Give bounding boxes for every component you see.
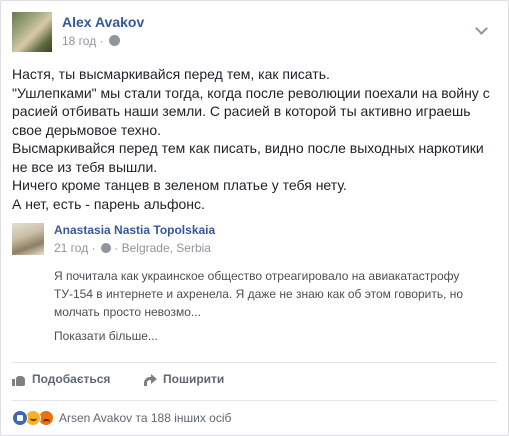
shared-timestamp[interactable]: 21 год	[54, 241, 88, 255]
post-text-line: Ничего кроме танцев в зеленом платье у т…	[12, 177, 347, 193]
like-icon	[12, 373, 26, 386]
shared-text-line: ТУ-154 в интернете и ахренела. Я даже не…	[54, 287, 464, 301]
share-button[interactable]: Поширити	[143, 372, 224, 386]
post-text-line: А нет, есть - парень альфонс.	[12, 195, 205, 212]
like-label: Подобається	[32, 372, 111, 386]
shared-author-avatar[interactable]	[12, 223, 44, 255]
divider	[12, 362, 497, 363]
divider	[12, 400, 497, 401]
shared-text-line: молчать просто невозмо...	[54, 305, 201, 319]
post-author-name[interactable]: Alex Avakov	[62, 14, 144, 30]
post-text: Настя, ты высмаркивайся перед тем, как п…	[12, 65, 497, 213]
post-header: Alex Avakov 18 год ·	[12, 12, 492, 52]
shared-post-meta: 21 год · · Belgrade, Serbia	[54, 241, 211, 255]
post-text-line: "Ушлепками" мы стали тогда, когда после …	[12, 84, 490, 101]
shared-author-name[interactable]: Anastasia Nastia Topolskaia	[54, 223, 215, 237]
globe-icon	[100, 243, 111, 253]
post-text-line: Высмаркивайся перед тем как писать, видн…	[12, 140, 484, 156]
reactions-summary[interactable]: Arsen Avakov та 188 інших осіб	[12, 409, 231, 427]
shared-text-line: Я почитала как украинское общество отреа…	[54, 269, 460, 283]
post-text-line: свое дерьмовое техно.	[12, 121, 162, 138]
see-more-link[interactable]: Показати більше...	[54, 329, 158, 343]
like-reaction-icon	[12, 410, 28, 426]
shared-post-text: Я почитала как украинское общество отреа…	[54, 267, 494, 321]
like-button[interactable]: Подобається	[12, 372, 110, 386]
shared-location[interactable]: Belgrade, Serbia	[122, 241, 211, 255]
meta-separator: ·	[114, 241, 119, 255]
author-avatar[interactable]	[12, 12, 52, 52]
post-card: Alex Avakov 18 год · Настя, ты высмаркив…	[0, 0, 509, 436]
meta-separator: ·	[99, 34, 107, 48]
globe-icon	[108, 35, 120, 46]
share-icon	[143, 373, 157, 386]
shared-post: Anastasia Nastia Topolskaia 21 год · · B…	[12, 219, 497, 352]
post-meta: 18 год ·	[62, 34, 120, 48]
share-label: Поширити	[163, 372, 225, 386]
post-text-line: Настя, ты высмаркивайся перед тем, как п…	[12, 66, 330, 82]
chevron-down-icon[interactable]	[475, 22, 488, 35]
reactions-text[interactable]: Arsen Avakov та 188 інших осіб	[59, 411, 231, 425]
post-timestamp[interactable]: 18 год	[62, 34, 96, 48]
action-bar: Подобається Поширити	[12, 372, 497, 394]
post-text-line: не все из тебя вышли.	[12, 158, 158, 175]
meta-separator: ·	[91, 241, 96, 255]
post-text-line: расией отбивать наши земли. С расией в к…	[12, 103, 471, 119]
